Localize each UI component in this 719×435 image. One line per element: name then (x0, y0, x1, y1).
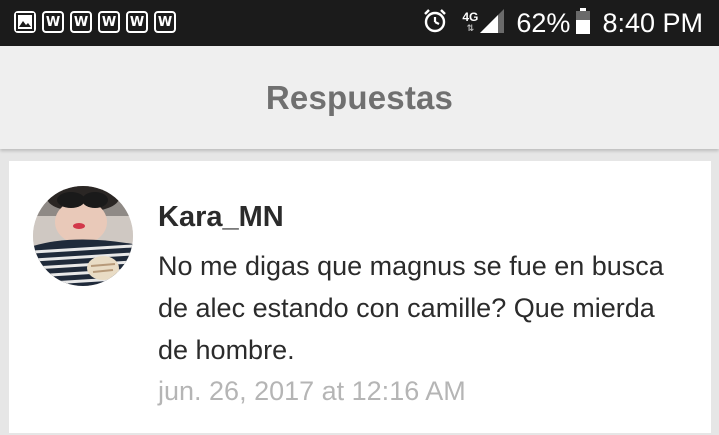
data-arrows-icon: ⇅ (466, 23, 475, 33)
w-app-icon: W (70, 11, 92, 33)
alarm-icon (422, 8, 448, 39)
app-bar: Respuestas (0, 46, 719, 149)
notification-icons: W W W W W (14, 11, 176, 33)
clock: 8:40 PM (602, 7, 703, 38)
comment-timestamp: jun. 26, 2017 at 12:16 AM (158, 376, 466, 406)
w-app-icon: W (98, 11, 120, 33)
signal-icon (480, 8, 505, 38)
w-app-icon: W (154, 11, 176, 33)
battery-percent: 62% (516, 7, 571, 38)
page-title: Respuestas (265, 78, 454, 116)
network-type-label: 4G (462, 10, 479, 24)
gallery-icon (14, 11, 36, 33)
network-type: 4G ⇅ (462, 10, 479, 34)
comment-card[interactable]: Kara_MN No me digas que magnus se fue en… (9, 161, 711, 433)
comment-text: No me digas que magnus se fue en busca d… (158, 251, 664, 365)
status-bar: W W W W W 4G ⇅ 62% 8:40 PM (0, 0, 719, 46)
avatar[interactable] (33, 186, 133, 286)
battery-icon (576, 7, 591, 39)
w-app-icon: W (42, 11, 64, 33)
w-app-icon: W (126, 11, 148, 33)
comment-body: Kara_MN No me digas que magnus se fue en… (158, 197, 698, 411)
comment-username[interactable]: Kara_MN (158, 197, 698, 237)
